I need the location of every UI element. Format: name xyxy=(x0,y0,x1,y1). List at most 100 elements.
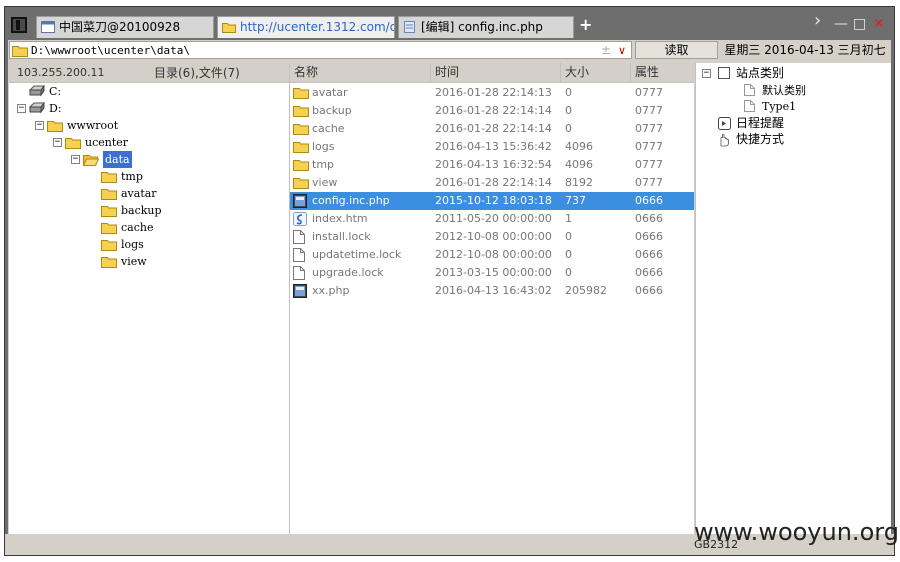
file-attr: 0666 xyxy=(635,284,663,297)
main-area: D:\wwwroot\ucenter\data\ ± ∨ 读取 星期三 2016… xyxy=(8,40,891,534)
tree-expander-icon[interactable]: − xyxy=(71,155,80,164)
category-node[interactable]: − 站点类别 xyxy=(696,65,890,82)
file-size: 0 xyxy=(565,230,572,243)
category-node[interactable]: 快捷方式 xyxy=(696,131,890,148)
site-category-pane: − 站点类别 默认类别 Type1 日程提醒 快捷方式 xyxy=(695,63,891,534)
tree-node[interactable]: − ucenter xyxy=(9,134,289,151)
file-attr: 0777 xyxy=(635,122,663,135)
file-size: 205982 xyxy=(565,284,607,297)
file-row[interactable]: tmp 2016-04-13 16:32:54 4096 0777 xyxy=(290,156,694,174)
window-menu-icon[interactable] xyxy=(11,17,27,33)
file-row[interactable]: cache 2016-01-28 22:14:14 0 0777 xyxy=(290,120,694,138)
tree-node-label: cache xyxy=(121,221,154,234)
file-row[interactable]: view 2016-01-28 22:14:14 8192 0777 xyxy=(290,174,694,192)
add-tab-button[interactable]: + xyxy=(579,17,592,33)
category-node[interactable]: 日程提醒 xyxy=(696,115,890,132)
file-name: install.lock xyxy=(312,230,371,243)
column-time[interactable]: 时间 xyxy=(430,63,560,82)
path-text: D:\wwwroot\ucenter\data\ xyxy=(31,44,190,57)
next-tab-button[interactable]: › xyxy=(814,12,821,30)
column-name[interactable]: 名称 xyxy=(290,63,430,82)
category-node[interactable]: 默认类别 xyxy=(696,82,890,99)
file-name: config.inc.php xyxy=(312,194,390,207)
tree-node-label: ucenter xyxy=(85,136,129,149)
tree-node[interactable]: cache xyxy=(9,219,289,236)
file-time: 2015-10-12 18:03:18 xyxy=(435,194,552,207)
tab-label: http://ucenter.1312.com/dat... xyxy=(240,20,394,34)
file-attr: 0777 xyxy=(635,158,663,171)
tab-file-manager[interactable]: http://ucenter.1312.com/dat... xyxy=(217,16,395,38)
file-row[interactable]: backup 2016-01-28 22:14:14 0 0777 xyxy=(290,102,694,120)
tree-header: 103.255.200.11 目录(6),文件(7) xyxy=(9,63,289,83)
close-button[interactable]: ✕ xyxy=(873,17,885,31)
file-row[interactable]: updatetime.lock 2012-10-08 00:00:00 0 0666 xyxy=(290,246,694,264)
file-row[interactable]: install.lock 2012-10-08 00:00:00 0 0666 xyxy=(290,228,694,246)
file-attr: 0666 xyxy=(635,194,663,207)
tab-editor[interactable]: [编辑] config.inc.php xyxy=(398,16,574,38)
maximize-button[interactable]: □ xyxy=(853,17,866,31)
tab-shell-manager[interactable]: 中国菜刀@20100928 xyxy=(36,16,214,38)
folder-icon xyxy=(222,23,236,33)
file-row[interactable]: index.htm 2011-05-20 00:00:00 1 0666 xyxy=(290,210,694,228)
tree-node[interactable]: − D: xyxy=(9,100,289,117)
php-file-icon xyxy=(293,284,307,304)
plus-minus-icon[interactable]: ± xyxy=(601,43,611,58)
tree-node[interactable]: avatar xyxy=(9,185,289,202)
file-row[interactable]: config.inc.php 2015-10-12 18:03:18 737 0666 xyxy=(290,192,694,210)
file-name: cache xyxy=(312,122,345,135)
item-count: 目录(6),文件(7) xyxy=(154,66,240,80)
file-row[interactable]: logs 2016-04-13 15:36:42 4096 0777 xyxy=(290,138,694,156)
path-input[interactable]: D:\wwwroot\ucenter\data\ ± ∨ xyxy=(9,41,632,59)
category-label: 快捷方式 xyxy=(736,132,785,146)
tree-node-label: wwwroot xyxy=(67,119,119,132)
tree-node[interactable]: C: xyxy=(9,83,289,100)
tree-node[interactable]: tmp xyxy=(9,168,289,185)
file-size: 0 xyxy=(565,122,572,135)
file-time: 2016-01-28 22:14:14 xyxy=(435,104,552,117)
minimize-button[interactable]: — xyxy=(834,17,848,31)
category-node[interactable]: Type1 xyxy=(696,98,890,115)
file-time: 2016-04-13 16:32:54 xyxy=(435,158,552,171)
tree-expander-icon[interactable]: − xyxy=(35,121,44,130)
file-size: 1 xyxy=(565,212,572,225)
tree-node[interactable]: backup xyxy=(9,202,289,219)
column-attr[interactable]: 属性 xyxy=(630,63,694,82)
tree-node-label: view xyxy=(121,255,147,268)
file-name: upgrade.lock xyxy=(312,266,384,279)
document-icon xyxy=(404,21,415,33)
category-label: 默认类别 xyxy=(762,83,806,97)
watermark: www.wooyun.org xyxy=(694,518,899,546)
file-name: logs xyxy=(312,140,335,153)
tree-node[interactable]: logs xyxy=(9,236,289,253)
file-time: 2016-04-13 15:36:42 xyxy=(435,140,552,153)
tree-node-label: data xyxy=(103,151,132,168)
tree-expander-icon[interactable]: − xyxy=(17,104,26,113)
tree-node[interactable]: − wwwroot xyxy=(9,117,289,134)
file-time: 2016-01-28 22:14:14 xyxy=(435,176,552,189)
file-row[interactable]: upgrade.lock 2013-03-15 00:00:00 0 0666 xyxy=(290,264,694,282)
file-time: 2016-04-13 16:43:02 xyxy=(435,284,552,297)
file-attr: 0777 xyxy=(635,140,663,153)
file-size: 0 xyxy=(565,266,572,279)
tree-node[interactable]: − data xyxy=(9,151,289,168)
chevron-down-icon[interactable]: ∨ xyxy=(618,43,626,58)
file-list-header: 名称 时间 大小 属性 xyxy=(290,63,694,83)
tree-node[interactable]: view xyxy=(9,253,289,270)
file-name: index.htm xyxy=(312,212,368,225)
tree-expander-icon[interactable]: − xyxy=(702,69,711,78)
tree-node-label: logs xyxy=(121,238,144,251)
shortcut-icon xyxy=(718,133,731,152)
file-time: 2013-03-15 00:00:00 xyxy=(435,266,552,279)
file-row[interactable]: avatar 2016-01-28 22:14:13 0 0777 xyxy=(290,84,694,102)
tree-expander-icon[interactable]: − xyxy=(53,138,62,147)
file-size: 0 xyxy=(565,248,572,261)
tree-node-label: C: xyxy=(49,85,62,98)
folder-icon xyxy=(101,255,117,273)
read-button[interactable]: 读取 xyxy=(635,41,718,59)
column-size[interactable]: 大小 xyxy=(560,63,630,82)
file-row[interactable]: xx.php 2016-04-13 16:43:02 205982 0666 xyxy=(290,282,694,300)
tab-bar: 中国菜刀@20100928 http://ucenter.1312.com/da… xyxy=(5,7,894,38)
file-attr: 0666 xyxy=(635,230,663,243)
file-time: 2012-10-08 00:00:00 xyxy=(435,248,552,261)
server-ip: 103.255.200.11 xyxy=(17,66,105,79)
